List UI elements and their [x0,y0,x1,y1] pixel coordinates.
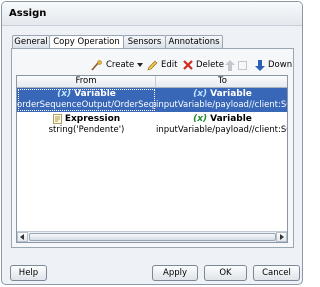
cancel-button[interactable]: Cancel [253,265,300,281]
delete-label: Delete [196,60,224,70]
horizontal-scrollbar[interactable] [17,231,287,242]
row-1-to-value: inputVariable/payload//client:SOAO... [156,100,287,110]
row-1-from-cell[interactable]: (x) Variable orderSequenceOutput/OrderSe… [17,88,156,112]
row-1-to-cell[interactable]: (x) Variable inputVariable/payload//clie… [156,88,287,112]
variable-icon: (x) [57,89,72,99]
toolbar: Create Edit Delete Down [12,58,293,72]
tab-annotations-label: Annotations [168,37,220,47]
edit-label: Edit [161,60,178,70]
tab-copy-operation-label: Copy Operation [53,37,120,47]
column-header-to-label: To [218,76,227,86]
row-1-to-type: Variable [210,89,252,99]
row-2-from-type: Expression [64,114,121,124]
cancel-label: Cancel [262,268,291,278]
tab-annotations[interactable]: Annotations [165,35,223,49]
ok-label: OK [219,268,232,278]
row-1-from-type: Variable [74,89,116,99]
row-1-from-value: orderSequenceOutput/OrderSeque... [17,100,156,110]
move-up-button[interactable] [225,58,247,72]
create-icon [91,59,102,71]
tab-general-label: General [14,37,48,47]
row-2-to-value: inputVariable/payload//client:SOAO... [156,125,287,135]
tab-sensors-label: Sensors [127,37,162,47]
assign-dialog: Assign General Copy Operation Sensors An… [1,1,303,285]
dialog-title: Assign [9,8,47,19]
copy-operation-panel: Create Edit Delete Down From To (x) Vari… [11,48,294,248]
row-2-from-cell[interactable]: Expression string('Pendente') [17,113,156,137]
title-bar: Assign [2,2,302,26]
scroll-left-icon [20,234,24,240]
ok-button[interactable]: OK [204,265,247,281]
delete-button[interactable]: Delete [183,58,224,72]
help-label: Help [18,268,39,278]
edit-button[interactable]: Edit [147,58,177,72]
create-button[interactable]: Create [91,58,144,72]
variable-icon: (x) [193,89,208,99]
column-header-from[interactable]: From [17,76,156,88]
apply-label: Apply [163,268,187,278]
copy-rules-table: From To (x) Variable orderSequenceOutput… [16,75,288,243]
create-label: Create [106,60,135,70]
up-disabled-icon [238,60,247,70]
down-arrow-icon [255,59,265,71]
column-header-from-label: From [75,76,97,86]
column-header-to[interactable]: To [156,76,287,88]
scroll-right-icon [280,234,284,240]
down-label: Down [268,60,293,70]
row-2-to-cell[interactable]: (x) Variable inputVariable/payload//clie… [156,113,287,137]
row-2-to-type: Variable [210,114,252,124]
pencil-icon [147,60,158,70]
expression-icon [52,114,62,124]
scroll-right-button[interactable] [276,232,287,242]
scroll-left-button[interactable] [17,232,28,242]
tab-general[interactable]: General [12,35,50,49]
tab-sensors[interactable]: Sensors [123,35,166,49]
apply-button[interactable]: Apply [152,265,198,281]
chevron-down-icon [137,63,144,67]
move-down-button[interactable]: Down [255,58,292,72]
row-2-from-value: string('Pendente') [48,125,125,135]
scroll-thumb[interactable] [29,233,276,241]
help-button[interactable]: Help [10,265,47,281]
delete-icon [183,60,193,70]
up-arrow-icon [225,59,235,71]
variable-icon: (x) [193,114,208,124]
